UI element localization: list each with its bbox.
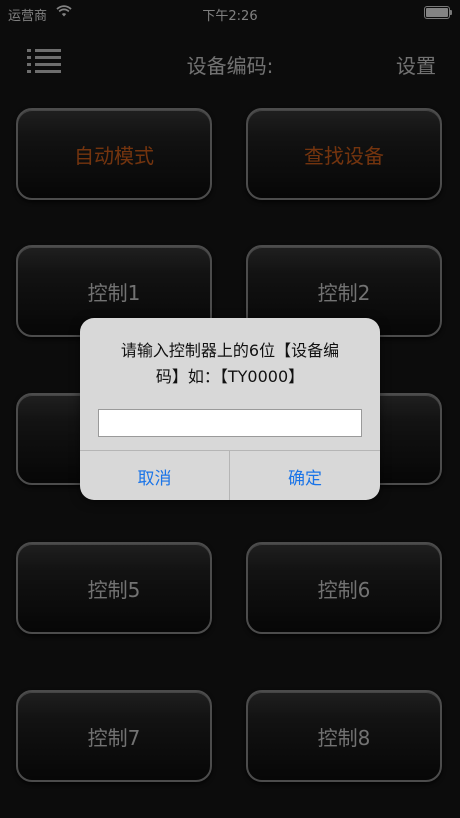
app-screen: 运营商 下午2:26 设备编码: 设置 自动模式 查找设备 控制1 控制2 控制… <box>0 0 460 818</box>
alert-message: 请输入控制器上的6位【设备编 码】如：【TY0000】 <box>96 338 364 390</box>
device-code-input[interactable] <box>98 409 362 437</box>
alert-message-line-1: 请输入控制器上的6位【设备编 <box>120 341 340 360</box>
alert-message-line-2: 码】如：【TY0000】 <box>155 367 305 386</box>
alert-actions: 取消 确定 <box>80 450 380 500</box>
device-code-alert: 请输入控制器上的6位【设备编 码】如：【TY0000】 取消 确定 <box>80 318 380 500</box>
confirm-button[interactable]: 确定 <box>230 451 380 500</box>
cancel-button[interactable]: 取消 <box>80 451 230 500</box>
